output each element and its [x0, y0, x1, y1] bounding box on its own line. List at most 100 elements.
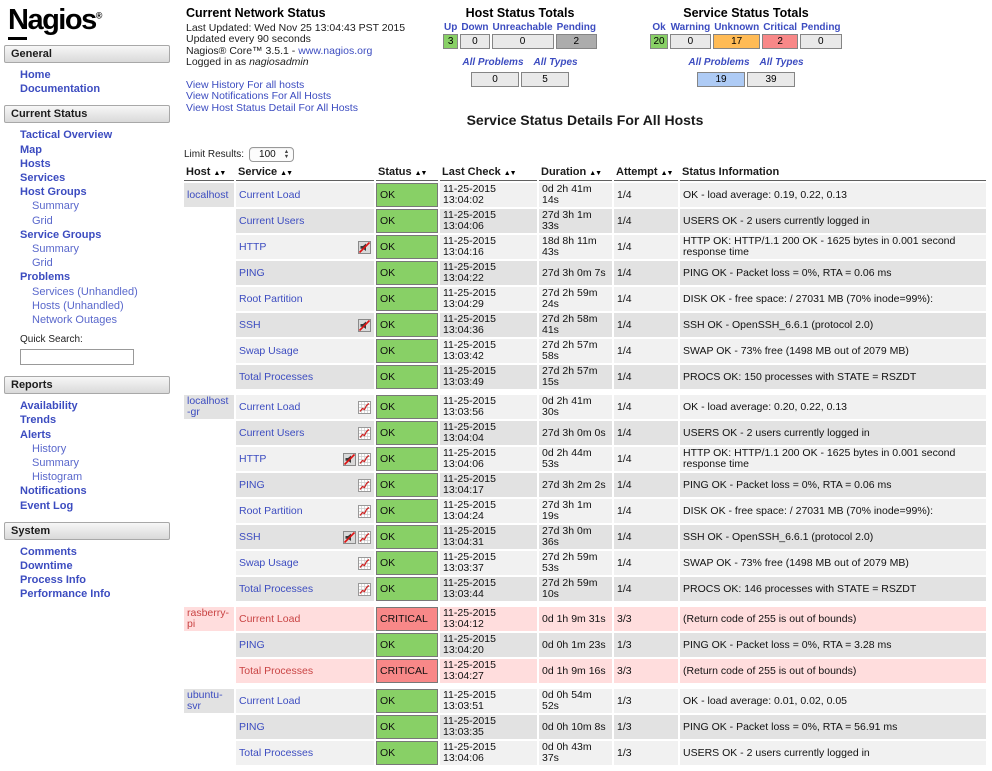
host-link-ubuntu-svr[interactable]: ubuntu-svr: [187, 689, 223, 712]
host-totals-all-problems-label[interactable]: All Problems: [462, 57, 523, 68]
sidebar-item-performance-info[interactable]: Performance Info: [4, 587, 170, 601]
host-totals-count-up[interactable]: 3: [443, 34, 458, 49]
service-link-total-processes[interactable]: Total Processes: [239, 372, 313, 383]
column-header-status[interactable]: Status▲▼: [376, 165, 438, 181]
sidebar-item-hosts[interactable]: Hosts: [4, 157, 170, 171]
service-link-current-load[interactable]: Current Load: [239, 190, 300, 201]
host-link-localhost-gr[interactable]: localhost-gr: [187, 395, 228, 418]
service-link-http[interactable]: HTTP: [239, 242, 266, 253]
perf-graph-icon[interactable]: [358, 505, 371, 518]
host-totals-all-types-count[interactable]: 5: [521, 72, 569, 87]
sort-arrows-icon[interactable]: ▲▼: [213, 170, 225, 177]
nagios-org-link[interactable]: www.nagios.org: [298, 45, 372, 57]
column-header-last-check[interactable]: Last Check▲▼: [440, 165, 537, 181]
service-link-root-partition[interactable]: Root Partition: [239, 294, 303, 305]
sidebar-item-history[interactable]: History: [4, 442, 170, 456]
column-header-service[interactable]: Service▲▼: [236, 165, 374, 181]
sidebar-item-summary[interactable]: Summary: [4, 456, 170, 470]
limit-results-select[interactable]: 100 ▲▼: [249, 147, 294, 162]
service-totals-count-warning[interactable]: 0: [670, 34, 712, 49]
sidebar-item-event-log[interactable]: Event Log: [4, 499, 170, 513]
sidebar-item-summary[interactable]: Summary: [4, 199, 170, 213]
service-totals-count-ok[interactable]: 20: [650, 34, 667, 49]
host-totals-label-pending[interactable]: Pending: [556, 22, 597, 33]
service-totals-all-problems-count[interactable]: 19: [697, 72, 745, 87]
notifications-disabled-icon[interactable]: [358, 241, 371, 254]
service-link-ping[interactable]: PING: [239, 268, 265, 279]
perf-graph-icon[interactable]: [358, 583, 371, 596]
sidebar-item-tactical-overview[interactable]: Tactical Overview: [4, 128, 170, 142]
sidebar-item-alerts[interactable]: Alerts: [4, 428, 170, 442]
sidebar-item-network-outages[interactable]: Network Outages: [4, 313, 170, 327]
service-link-swap-usage[interactable]: Swap Usage: [239, 346, 299, 357]
sidebar-item-process-info[interactable]: Process Info: [4, 573, 170, 587]
service-totals-all-problems-label[interactable]: All Problems: [688, 57, 749, 68]
service-link-current-load[interactable]: Current Load: [239, 402, 300, 413]
service-link-total-processes[interactable]: Total Processes: [239, 666, 313, 677]
notifications-disabled-icon[interactable]: [343, 531, 356, 544]
sidebar-item-services[interactable]: Services: [4, 171, 170, 185]
notifications-disabled-icon[interactable]: [343, 453, 356, 466]
sidebar-item-grid[interactable]: Grid: [4, 256, 170, 270]
service-link-ping[interactable]: PING: [239, 640, 265, 651]
service-link-ssh[interactable]: SSH: [239, 532, 261, 543]
sidebar-item-problems[interactable]: Problems: [4, 270, 170, 284]
sidebar-item-notifications[interactable]: Notifications: [4, 484, 170, 498]
sort-arrows-icon[interactable]: ▲▼: [504, 170, 516, 177]
notifications-disabled-icon[interactable]: [358, 319, 371, 332]
sidebar-item-comments[interactable]: Comments: [4, 545, 170, 559]
service-totals-label-critical[interactable]: Critical: [762, 22, 798, 33]
service-totals-label-unknown[interactable]: Unknown: [713, 22, 760, 33]
service-totals-count-pending[interactable]: 0: [800, 34, 841, 49]
host-link-rasberry-pi[interactable]: rasberry-pi: [187, 607, 229, 630]
sidebar-item-home[interactable]: Home: [4, 68, 170, 82]
quick-search-input[interactable]: [20, 349, 134, 365]
perf-graph-icon[interactable]: [358, 401, 371, 414]
sidebar-item-map[interactable]: Map: [4, 143, 170, 157]
host-link-localhost[interactable]: localhost: [187, 189, 228, 201]
sidebar-item-grid[interactable]: Grid: [4, 214, 170, 228]
sidebar-item-availability[interactable]: Availability: [4, 399, 170, 413]
sort-arrows-icon[interactable]: ▲▼: [415, 170, 427, 177]
host-totals-count-down[interactable]: 0: [460, 34, 489, 49]
service-link-current-users[interactable]: Current Users: [239, 216, 304, 227]
sidebar-item-summary[interactable]: Summary: [4, 242, 170, 256]
sidebar-item-service-groups[interactable]: Service Groups: [4, 228, 170, 242]
column-header-host[interactable]: Host▲▼: [184, 165, 234, 181]
service-totals-count-critical[interactable]: 2: [762, 34, 798, 49]
service-link-swap-usage[interactable]: Swap Usage: [239, 558, 299, 569]
service-link-ssh[interactable]: SSH: [239, 320, 261, 331]
column-header-attempt[interactable]: Attempt▲▼: [614, 165, 678, 181]
service-link-http[interactable]: HTTP: [239, 454, 266, 465]
perf-graph-icon[interactable]: [358, 427, 371, 440]
sidebar-item-downtime[interactable]: Downtime: [4, 559, 170, 573]
host-totals-label-down[interactable]: Down: [460, 22, 489, 33]
link-view-notifications-for-all-hosts[interactable]: View Notifications For All Hosts: [186, 91, 418, 103]
host-totals-all-types-label[interactable]: All Types: [534, 57, 578, 68]
sort-arrows-icon[interactable]: ▲▼: [661, 170, 673, 177]
service-link-root-partition[interactable]: Root Partition: [239, 506, 303, 517]
host-totals-label-up[interactable]: Up: [443, 22, 458, 33]
service-totals-label-ok[interactable]: Ok: [650, 22, 667, 33]
service-link-total-processes[interactable]: Total Processes: [239, 584, 313, 595]
perf-graph-icon[interactable]: [358, 557, 371, 570]
sidebar-item-hosts-unhandled[interactable]: Hosts (Unhandled): [4, 299, 170, 313]
perf-graph-icon[interactable]: [358, 453, 371, 466]
service-totals-count-unknown[interactable]: 17: [713, 34, 760, 49]
sidebar-item-host-groups[interactable]: Host Groups: [4, 185, 170, 199]
host-totals-all-problems-count[interactable]: 0: [471, 72, 519, 87]
service-link-ping[interactable]: PING: [239, 722, 265, 733]
perf-graph-icon[interactable]: [358, 479, 371, 492]
service-totals-label-pending[interactable]: Pending: [800, 22, 841, 33]
sidebar-item-documentation[interactable]: Documentation: [4, 82, 170, 96]
perf-graph-icon[interactable]: [358, 531, 371, 544]
service-link-current-load[interactable]: Current Load: [239, 614, 300, 625]
sidebar-item-trends[interactable]: Trends: [4, 413, 170, 427]
service-link-current-load[interactable]: Current Load: [239, 696, 300, 707]
sort-arrows-icon[interactable]: ▲▼: [589, 170, 601, 177]
service-totals-all-types-label[interactable]: All Types: [760, 57, 804, 68]
service-totals-all-types-count[interactable]: 39: [747, 72, 795, 87]
sidebar-item-histogram[interactable]: Histogram: [4, 470, 170, 484]
service-totals-label-warning[interactable]: Warning: [670, 22, 712, 33]
host-totals-label-unreachable[interactable]: Unreachable: [492, 22, 554, 33]
